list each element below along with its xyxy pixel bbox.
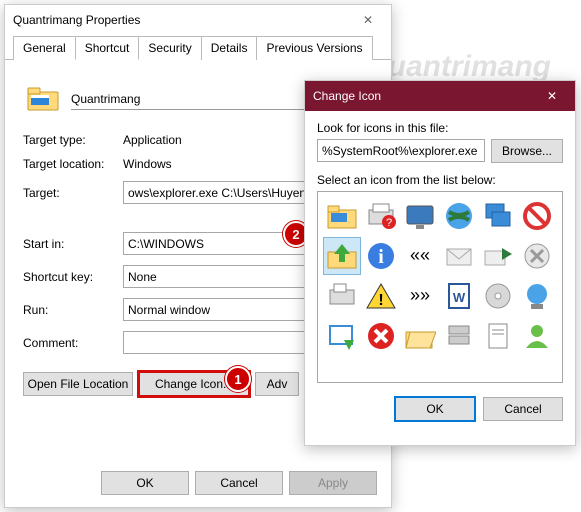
change-icon-dialog: Change Icon ✕ Look for icons in this fil… — [304, 80, 576, 446]
tab-strip: General Shortcut Security Details Previo… — [5, 35, 391, 60]
warning-icon[interactable]: ! — [363, 278, 399, 314]
folder-up-icon[interactable] — [324, 238, 360, 274]
open-file-location-button[interactable]: Open File Location — [23, 372, 133, 396]
apply-button[interactable]: Apply — [289, 471, 377, 495]
label-target: Target: — [23, 186, 123, 200]
dialog-title: Change Icon — [313, 89, 531, 103]
dialog-close-icon[interactable]: ✕ — [531, 82, 573, 110]
watermark-text: uantrimang — [388, 50, 551, 84]
globe-icon[interactable] — [441, 198, 477, 234]
cancel-button[interactable]: Cancel — [195, 471, 283, 495]
tab-details[interactable]: Details — [201, 36, 258, 60]
server-icon[interactable] — [441, 318, 477, 354]
disc-icon[interactable] — [480, 278, 516, 314]
dialog-ok-button[interactable]: OK — [395, 397, 475, 421]
tab-security[interactable]: Security — [138, 36, 201, 60]
tab-previous-versions[interactable]: Previous Versions — [256, 36, 372, 60]
label-comment: Comment: — [23, 336, 123, 350]
window-arrow-icon[interactable] — [324, 318, 360, 354]
label-target-loc: Target location: — [23, 157, 123, 171]
error-icon[interactable] — [363, 318, 399, 354]
folder-icon — [27, 82, 59, 117]
dialog-titlebar: Change Icon ✕ — [305, 81, 575, 111]
icon-list[interactable]: ? i «« ! »» W — [317, 191, 563, 383]
dialog-cancel-button[interactable]: Cancel — [483, 397, 563, 421]
tab-shortcut[interactable]: Shortcut — [75, 36, 140, 60]
svg-text:i: i — [378, 246, 384, 268]
dialog-footer: OK Cancel Apply — [101, 471, 377, 495]
close-icon[interactable]: ✕ — [347, 6, 389, 34]
windows-cascade-icon[interactable] — [480, 198, 516, 234]
annotation-marker-1: 1 — [225, 366, 251, 392]
network-globe-icon[interactable] — [519, 278, 555, 314]
chevrons-icon[interactable]: «« — [402, 238, 438, 274]
chevrons-right-icon[interactable]: »» — [402, 278, 438, 314]
tab-general[interactable]: General — [13, 36, 76, 60]
folder-icon[interactable] — [324, 198, 360, 234]
window-title: Quantrimang Properties — [13, 13, 347, 27]
svg-text:»»: »» — [410, 285, 430, 305]
select-icon-label: Select an icon from the list below: — [317, 173, 563, 187]
mail-send-icon[interactable] — [480, 238, 516, 274]
cancel-circle-icon[interactable] — [519, 238, 555, 274]
word-doc-icon[interactable]: W — [441, 278, 477, 314]
svg-text:!: ! — [378, 292, 383, 309]
svg-text:««: «« — [410, 245, 430, 265]
document-icon[interactable] — [480, 318, 516, 354]
label-target-type: Target type: — [23, 133, 123, 147]
folder-open-icon[interactable] — [402, 318, 438, 354]
fax-icon[interactable] — [324, 278, 360, 314]
titlebar: Quantrimang Properties ✕ — [5, 5, 391, 35]
look-for-label: Look for icons in this file: — [317, 121, 563, 135]
monitor-icon[interactable] — [402, 198, 438, 234]
svg-text:W: W — [453, 290, 466, 305]
envelope-icon[interactable] — [441, 238, 477, 274]
info-icon[interactable]: i — [363, 238, 399, 274]
ok-button[interactable]: OK — [101, 471, 189, 495]
label-shortcut-key: Shortcut key: — [23, 270, 123, 284]
printer-help-icon[interactable]: ? — [363, 198, 399, 234]
icon-path-input[interactable] — [317, 139, 485, 162]
label-run: Run: — [23, 303, 123, 317]
browse-button[interactable]: Browse... — [491, 139, 563, 163]
svg-text:?: ? — [386, 217, 392, 229]
advanced-button[interactable]: Adv — [255, 372, 299, 396]
no-entry-icon[interactable] — [519, 198, 555, 234]
user-icon[interactable] — [519, 318, 555, 354]
label-start-in: Start in: — [23, 237, 123, 251]
